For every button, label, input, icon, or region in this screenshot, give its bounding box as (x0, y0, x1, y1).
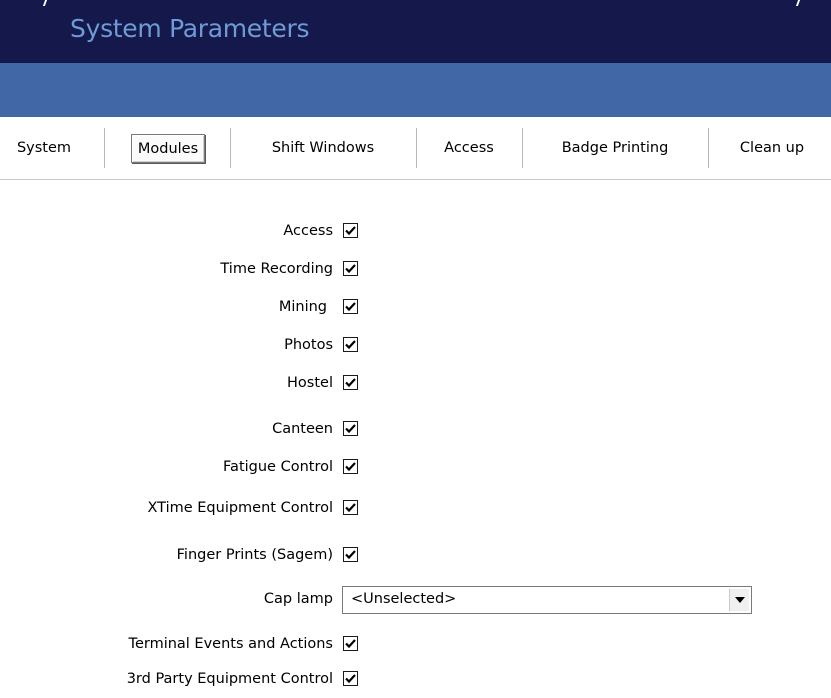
tab-label: Clean up (739, 140, 805, 156)
module-label: 3rd Party Equipment Control (126, 671, 333, 687)
module-label: Cap lamp (263, 591, 333, 607)
module-label: Finger Prints (Sagem) (176, 547, 333, 563)
tab-separator (416, 128, 417, 168)
module-label: XTime Equipment Control (147, 500, 333, 516)
module-row-fatigue-control: Fatigue Control (0, 457, 831, 481)
chevron-down-icon (735, 597, 745, 603)
check-icon (345, 550, 356, 560)
module-row-hostel: Hostel (0, 373, 831, 397)
title-bar-edge-mark (42, 0, 48, 6)
cap-lamp-selected-value: <Unselected> (351, 591, 457, 607)
tab-label: Modules (130, 133, 206, 163)
module-row-canteen: Canteen (0, 419, 831, 443)
module-label: Mining (278, 299, 327, 315)
module-label: Time Recording (220, 261, 333, 277)
module-row-xtime-equipment-control: XTime Equipment Control (0, 498, 831, 522)
module-row-third-party-equipment: 3rd Party Equipment Control (0, 669, 831, 693)
tab-label: Access (444, 140, 494, 156)
title-bar: System Parameters (0, 0, 831, 63)
module-row-finger-prints: Finger Prints (Sagem) (0, 545, 831, 569)
terminal-events-checkbox[interactable] (343, 636, 358, 651)
tab-separator (708, 128, 709, 168)
tab-separator (104, 128, 105, 168)
check-icon (345, 264, 356, 274)
toolbar-band (0, 63, 831, 117)
check-icon (345, 503, 356, 513)
third-party-equipment-checkbox[interactable] (343, 671, 358, 686)
check-icon (345, 424, 356, 434)
tab-strip: System Modules Shift Windows Access Badg… (0, 117, 831, 180)
check-icon (345, 378, 356, 388)
hostel-checkbox[interactable] (343, 375, 358, 390)
time-recording-checkbox[interactable] (343, 261, 358, 276)
module-label: Hostel (287, 375, 333, 391)
finger-prints-checkbox[interactable] (343, 547, 358, 562)
tab-badge-printing[interactable]: Badge Printing (530, 130, 700, 166)
module-row-photos: Photos (0, 335, 831, 359)
title-bar-edge-mark (795, 0, 801, 6)
tab-label: Badge Printing (561, 140, 669, 156)
module-row-terminal-events: Terminal Events and Actions (0, 634, 831, 658)
module-row-mining: Mining (0, 297, 831, 321)
check-icon (345, 639, 356, 649)
check-icon (345, 302, 356, 312)
module-label: Photos (284, 337, 333, 353)
tab-label: Shift Windows (271, 140, 375, 156)
check-icon (345, 340, 356, 350)
window-title: System Parameters (70, 14, 310, 43)
fatigue-control-checkbox[interactable] (343, 459, 358, 474)
canteen-checkbox[interactable] (343, 421, 358, 436)
module-label: Terminal Events and Actions (128, 636, 333, 652)
module-label: Fatigue Control (223, 459, 333, 475)
dropdown-button[interactable] (729, 589, 749, 611)
tab-modules[interactable]: Modules (112, 130, 224, 166)
module-label: Canteen (272, 421, 333, 437)
access-checkbox[interactable] (343, 223, 358, 238)
tab-clean-up[interactable]: Clean up (716, 130, 828, 166)
mining-checkbox[interactable] (343, 299, 358, 314)
tab-system[interactable]: System (6, 130, 82, 166)
tab-label: System (16, 140, 72, 156)
tab-shift-windows[interactable]: Shift Windows (238, 130, 408, 166)
check-icon (345, 462, 356, 472)
tab-separator (522, 128, 523, 168)
tab-separator (230, 128, 231, 168)
photos-checkbox[interactable] (343, 337, 358, 352)
check-icon (345, 226, 356, 236)
module-label: Access (283, 223, 333, 239)
check-icon (345, 674, 356, 684)
xtime-equipment-control-checkbox[interactable] (343, 500, 358, 515)
module-row-time-recording: Time Recording (0, 259, 831, 283)
module-row-access: Access (0, 221, 831, 245)
tab-access[interactable]: Access (424, 130, 514, 166)
cap-lamp-dropdown[interactable]: <Unselected> (342, 586, 752, 614)
